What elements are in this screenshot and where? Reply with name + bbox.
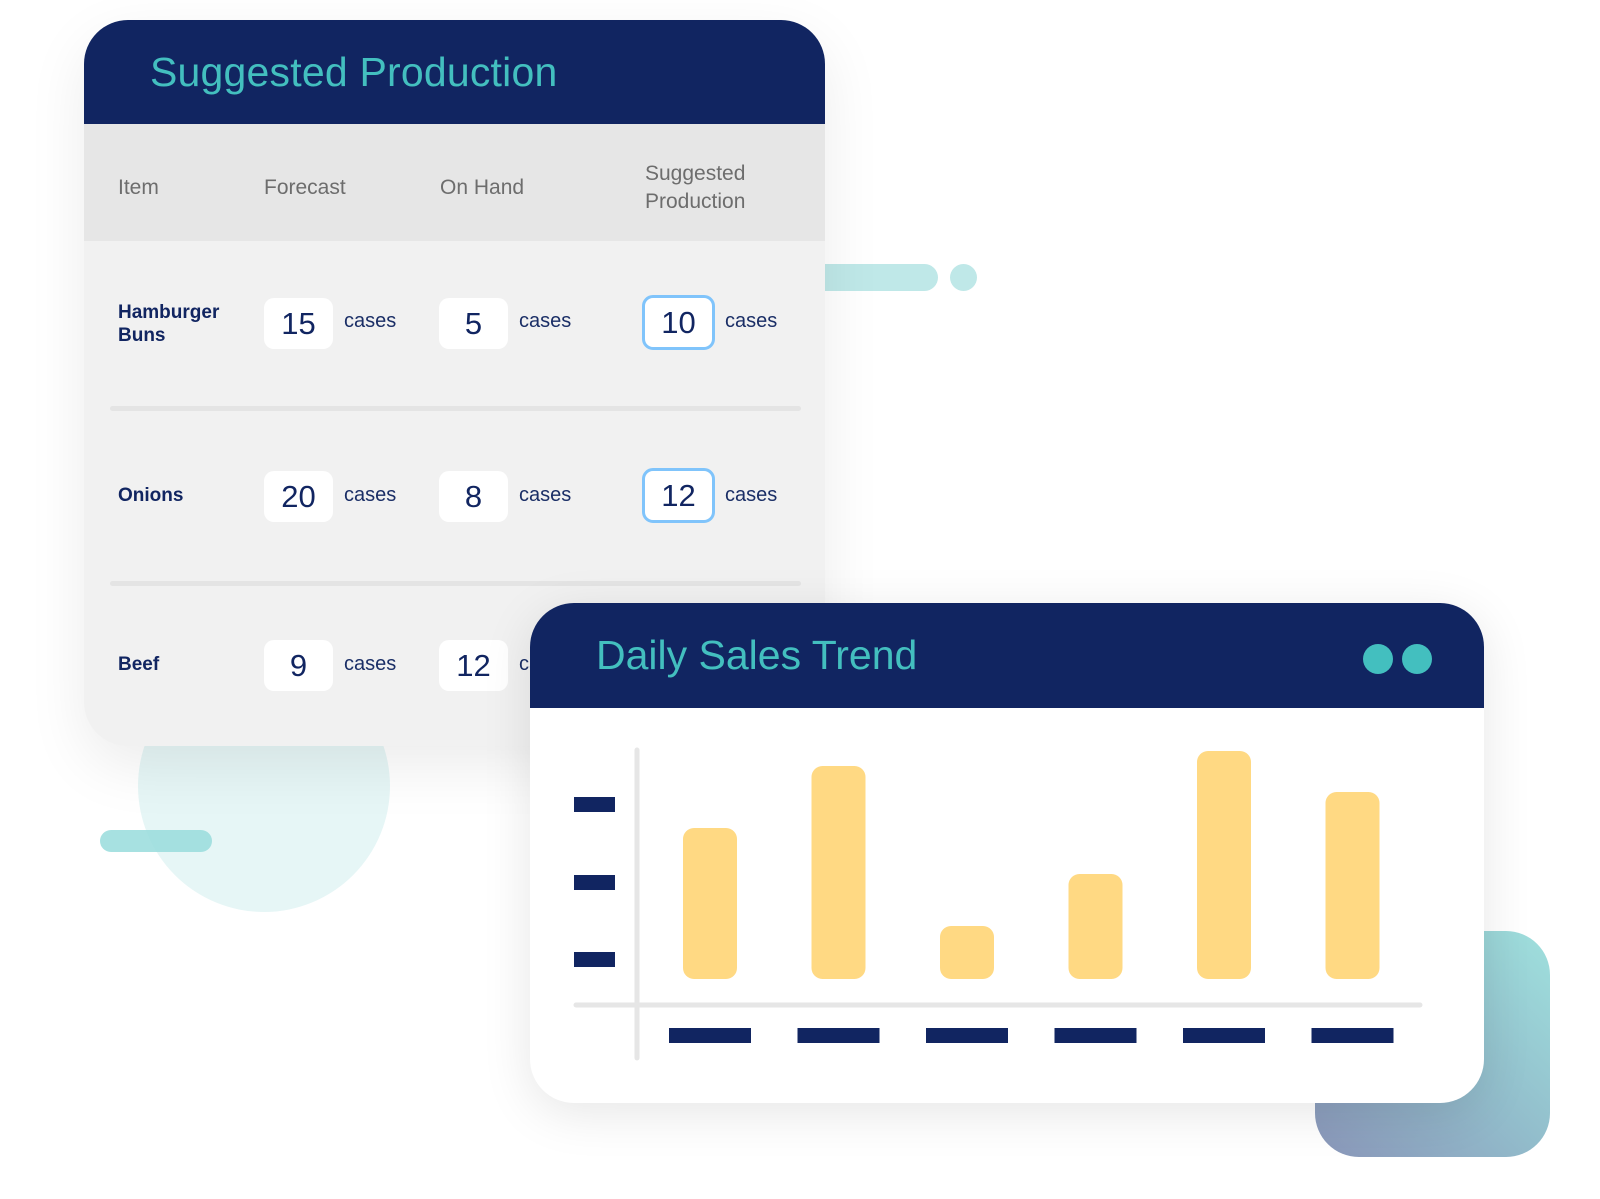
x-tick-label-3	[926, 1028, 1008, 1043]
forecast-unit: cases	[344, 653, 397, 675]
forecast-unit: cases	[344, 484, 397, 506]
decorative-dot	[950, 264, 977, 291]
card-header: Daily Sales Trend	[530, 603, 1484, 708]
suggested-unit: cases	[725, 484, 778, 506]
on-hand-unit: cases	[519, 484, 572, 506]
item-name-line: Onions	[118, 485, 184, 506]
column-header-item: Item	[118, 176, 159, 199]
x-tick-label-5	[1183, 1028, 1265, 1043]
bar-6	[1325, 792, 1380, 979]
item-name: Beef	[118, 653, 159, 676]
item-name-line: Beef	[118, 654, 160, 675]
column-header-forecast: Forecast	[264, 176, 346, 199]
bar-5	[1197, 751, 1251, 979]
table-header: Item Forecast On Hand Suggested Producti…	[84, 124, 825, 241]
forecast-input[interactable]: 15	[264, 298, 333, 349]
x-tick-label-1	[669, 1028, 751, 1043]
bar-2	[811, 766, 866, 979]
row-divider	[110, 406, 801, 411]
header-line: Suggested	[645, 162, 746, 185]
bar-chart	[573, 747, 1423, 1061]
dot-icon[interactable]	[1363, 644, 1393, 674]
bar-3	[940, 926, 994, 979]
x-tick-label-4	[1054, 1028, 1137, 1043]
suggested-unit: cases	[725, 310, 778, 332]
on-hand-input[interactable]: 8	[439, 471, 508, 522]
row-divider	[110, 581, 801, 586]
on-hand-unit: cases	[519, 310, 572, 332]
y-tick-label-2	[574, 875, 615, 890]
x-tick-label-6	[1311, 1028, 1394, 1043]
dot-icon[interactable]	[1402, 644, 1432, 674]
item-name-line: Buns	[118, 325, 166, 346]
item-name-line: Hamburger	[118, 302, 220, 323]
column-header-on-hand: On Hand	[440, 176, 525, 199]
card-title: Suggested Production	[150, 48, 558, 95]
suggested-production-input[interactable]: 10	[642, 295, 715, 350]
forecast-unit: cases	[344, 310, 397, 332]
item-name: Onions	[118, 484, 183, 507]
forecast-input[interactable]: 9	[264, 640, 333, 691]
on-hand-input[interactable]: 12	[439, 640, 508, 691]
column-header-suggested-production: Suggested Production	[645, 160, 745, 216]
header-line: Production	[645, 190, 746, 213]
forecast-input[interactable]: 20	[264, 471, 333, 522]
y-tick-label-3	[574, 952, 615, 967]
card-header: Suggested Production	[84, 20, 825, 124]
decorative-pill	[100, 830, 212, 852]
card-title: Daily Sales Trend	[596, 632, 918, 678]
x-tick-label-2	[797, 1028, 880, 1043]
daily-sales-trend-card: Daily Sales Trend	[530, 603, 1484, 1103]
bar-4	[1068, 874, 1123, 979]
suggested-production-input[interactable]: 12	[642, 468, 715, 523]
y-tick-label-1	[574, 797, 615, 812]
on-hand-input[interactable]: 5	[439, 298, 508, 349]
bar-1	[683, 828, 737, 979]
item-name: Hamburger Buns	[118, 301, 219, 347]
